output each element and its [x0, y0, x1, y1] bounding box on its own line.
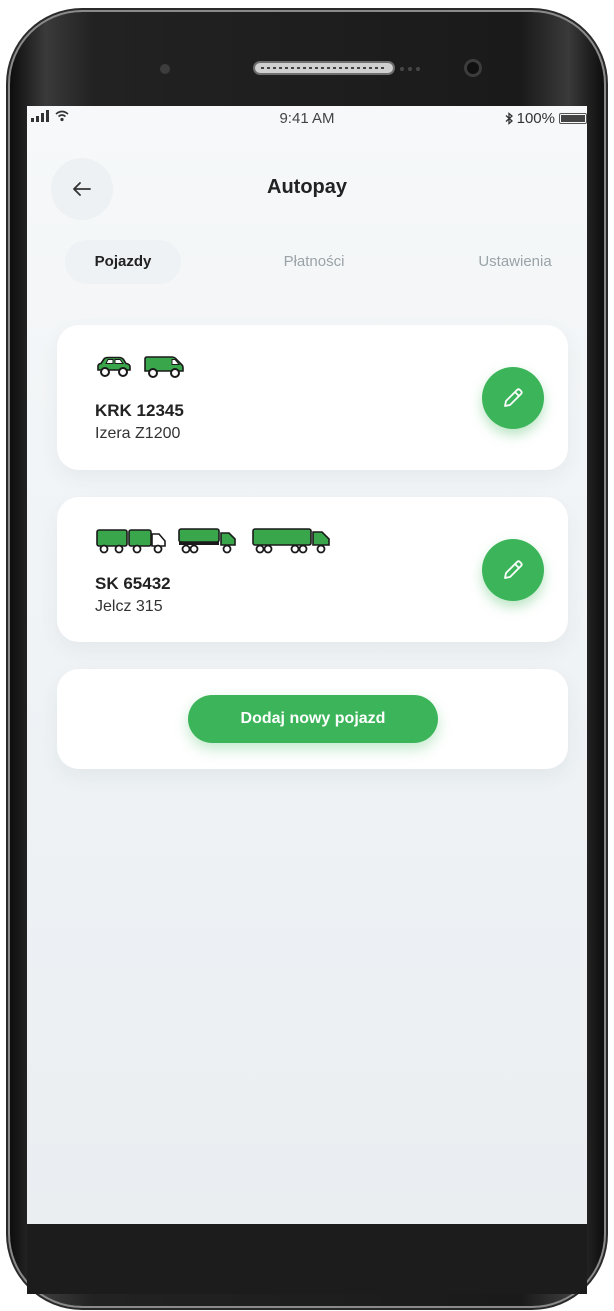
vehicle-card[interactable]: SK 65432 Jelcz 315 — [57, 497, 568, 642]
bluetooth-icon — [505, 112, 513, 125]
bottom-bezel — [27, 1224, 587, 1294]
pencil-icon — [504, 388, 523, 407]
front-camera — [464, 59, 482, 77]
road-train-icon — [252, 528, 330, 554]
truck-trailer-icon — [178, 528, 236, 554]
page-title: Autopay — [267, 176, 347, 198]
battery-percentage: 100% — [516, 110, 555, 127]
vehicle-card[interactable]: KRK 12345 Izera Z1200 — [57, 325, 568, 470]
sensor-dot — [160, 64, 170, 74]
app-header: Autopay — [27, 146, 587, 226]
top-bezel — [10, 12, 604, 107]
edit-vehicle-button[interactable] — [482, 539, 544, 601]
license-plate: KRK 12345 — [95, 401, 184, 420]
van-icon — [144, 356, 184, 378]
status-bar: 9:41 AM 100% — [27, 106, 587, 132]
tab-platnosci[interactable]: Płatności — [255, 240, 373, 284]
tab-bar: Pojazdy Płatności Ustawienia — [57, 240, 577, 284]
proximity-sensor — [398, 65, 420, 73]
battery-icon — [559, 113, 587, 124]
vehicle-model: Jelcz 315 — [95, 598, 163, 615]
vehicle-type-icons — [95, 527, 333, 555]
edit-vehicle-button[interactable] — [482, 367, 544, 429]
vehicle-type-icons — [95, 355, 185, 379]
license-plate: SK 65432 — [95, 574, 171, 593]
tab-ustawienia[interactable]: Ustawienia — [453, 240, 577, 284]
truck-icon — [96, 529, 166, 554]
status-time: 9:41 AM — [279, 110, 335, 127]
app-screen: 9:41 AM 100% Autopay Pojazdy Płatności U… — [27, 106, 587, 1224]
earpiece-speaker — [253, 61, 395, 75]
car-icon — [97, 356, 131, 377]
add-vehicle-button[interactable]: Dodaj nowy pojazd — [188, 695, 438, 743]
tab-pojazdy[interactable]: Pojazdy — [65, 240, 181, 284]
add-vehicle-card: Dodaj nowy pojazd — [57, 669, 568, 769]
vehicle-model: Izera Z1200 — [95, 425, 181, 442]
pencil-icon — [504, 560, 523, 579]
